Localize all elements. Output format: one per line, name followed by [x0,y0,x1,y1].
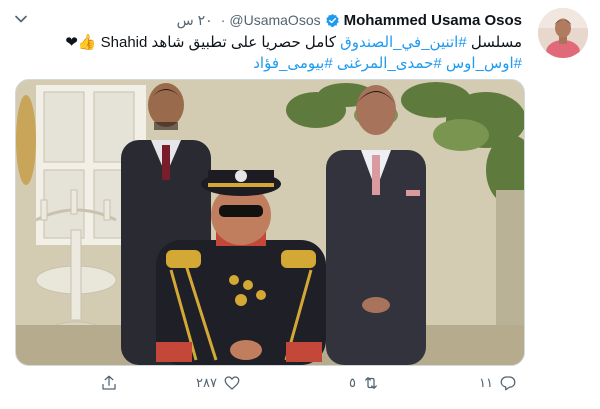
hashtag-link[interactable]: #اوس_اوس [446,55,522,72]
verified-badge-icon [325,13,339,27]
tweet-card[interactable]: ٢٠ س · @UsamaOsos Mohammed Usama Osos مس… [0,0,600,409]
retweet-count: ٥ [349,375,356,390]
tweet-text: مسلسل #اتنين_في_الصندوق كامل حصريا على ت… [12,32,522,74]
emoji-thumbs-heart: 👍❤ [65,34,97,51]
reply-icon [500,376,516,391]
user-handle[interactable]: @UsamaOsos [229,12,320,28]
tweet-text-line-1: مسلسل #اتنين_في_الصندوق كامل حصريا على ت… [12,32,522,53]
hashtag-link[interactable]: #اتنين_في_الصندوق [340,34,467,51]
separator-dot: · [220,12,226,28]
user-display-name[interactable]: Mohammed Usama Osos [344,12,522,29]
photo-image [16,80,524,365]
avatar-image [538,8,588,58]
tweet-actions: ٢٨٧ ٥ ١١ [0,372,600,398]
hashtag-link[interactable]: #بيومى_فؤاد [253,55,332,72]
retweet-button[interactable]: ٥ [349,374,380,392]
share-icon [102,375,116,390]
tweet-header: ٢٠ س · @UsamaOsos Mohammed Usama Osos [177,10,522,30]
like-button[interactable]: ٢٨٧ [196,374,241,392]
like-count: ٢٨٧ [196,375,217,390]
reply-count: ١١ [479,375,493,390]
tweet-time[interactable]: ٢٠ س [177,12,213,29]
hashtag-link[interactable]: #حمدى_المرغنى [337,55,442,72]
retweet-icon [365,377,377,389]
heart-icon [224,376,240,390]
tweet-photo[interactable] [15,79,525,366]
tweet-text-line-2: #اوس_اوس #حمدى_المرغنى #بيومى_فؤاد [12,53,522,74]
reply-button[interactable]: ١١ [479,374,517,392]
avatar[interactable] [538,8,588,58]
tweet-text-segment: مسلسل [466,34,522,51]
share-button[interactable] [100,374,118,392]
chevron-down-icon[interactable] [14,12,28,26]
tweet-text-segment: كامل حصريا على تطبيق شاهد Shahid [96,34,341,51]
